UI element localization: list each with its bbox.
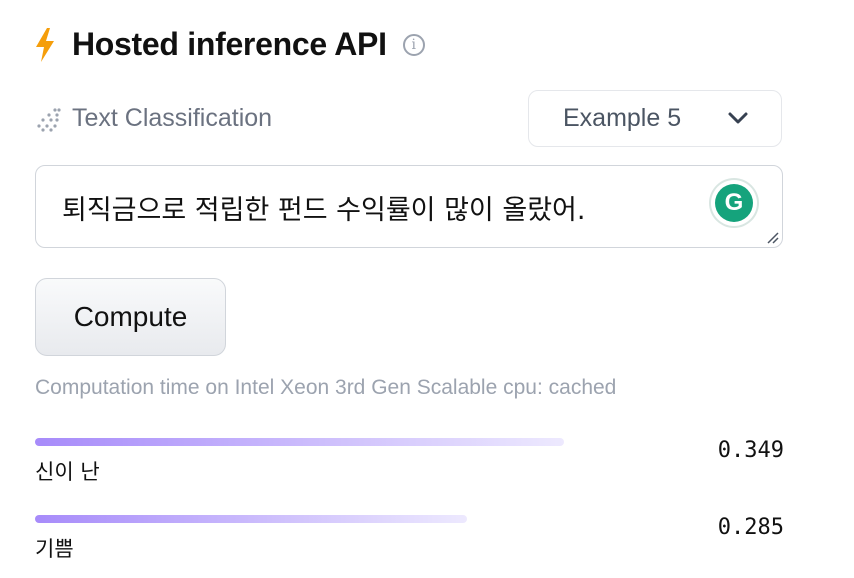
result-label: 기쁨 — [35, 537, 74, 561]
widget-header: Hosted inference API i — [34, 26, 425, 63]
result-bar — [35, 515, 467, 523]
grammarly-icon: G — [715, 184, 753, 222]
input-text: 퇴직금으로 적립한 펀드 수익률이 많이 올랐어. — [62, 195, 586, 226]
resize-handle-icon[interactable] — [764, 229, 780, 245]
widget-title: Hosted inference API — [72, 26, 387, 62]
example-select-value: Example 5 — [563, 104, 682, 132]
text-classification-icon — [37, 107, 61, 132]
result-score: 0.285 — [717, 515, 784, 540]
chevron-down-icon — [728, 112, 748, 124]
compute-button[interactable]: Compute — [35, 278, 226, 356]
task-type: Text Classification — [36, 104, 272, 133]
grammarly-button[interactable]: G — [711, 180, 757, 226]
lightning-icon — [36, 27, 54, 62]
example-select[interactable]: Example 5 — [528, 90, 782, 147]
computation-time: Computation time on Intel Xeon 3rd Gen S… — [35, 376, 617, 399]
result-score: 0.349 — [717, 438, 784, 463]
task-label: Text Classification — [72, 104, 273, 132]
input-textarea[interactable]: 퇴직금으로 적립한 펀드 수익률이 많이 올랐어. G — [35, 165, 783, 248]
result-label: 신이 난 — [35, 460, 100, 484]
info-icon[interactable]: i — [402, 33, 425, 56]
result-bar — [35, 438, 564, 446]
